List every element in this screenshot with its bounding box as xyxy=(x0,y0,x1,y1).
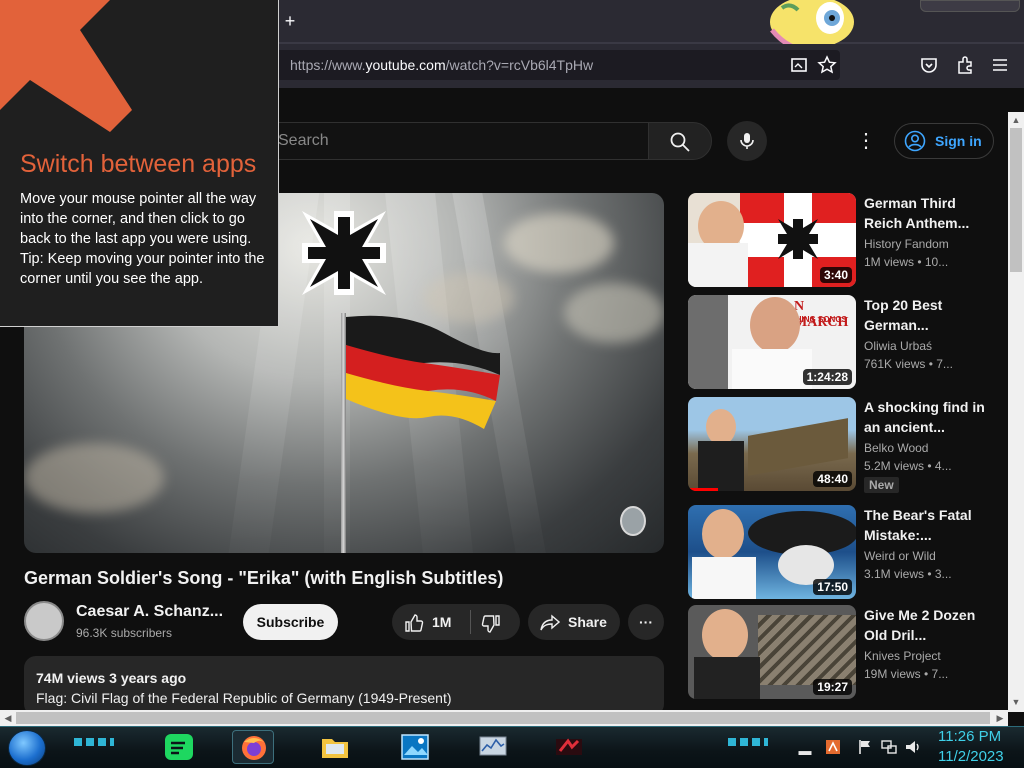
game-app[interactable] xyxy=(548,730,590,764)
channel-avatar[interactable] xyxy=(24,601,64,641)
file-explorer-app[interactable] xyxy=(314,730,356,764)
scroll-right-arrow-icon[interactable]: ▶ xyxy=(992,710,1008,726)
tip-body-line: Tip: Keep moving your pointer into the c… xyxy=(20,251,265,287)
recommended-views: 3.1M views • 3... xyxy=(864,567,952,581)
scroll-down-arrow-icon[interactable]: ▼ xyxy=(1008,694,1024,710)
system-monitor-app[interactable] xyxy=(472,730,514,764)
recommended-channel[interactable]: Belko Wood xyxy=(864,441,928,455)
recommended-views: 5.2M views • 4... xyxy=(864,459,952,473)
settings-more-button[interactable]: ⋮ xyxy=(856,130,876,154)
spotify-icon[interactable] xyxy=(164,733,194,761)
recommended-channel[interactable]: History Fandom xyxy=(864,237,949,251)
reader-view-icon[interactable] xyxy=(788,54,810,76)
vertical-scrollbar-thumb[interactable] xyxy=(1010,128,1022,272)
recommended-views: 761K views • 7... xyxy=(864,357,953,371)
horizontal-scrollbar-thumb[interactable] xyxy=(16,712,990,724)
recommended-views: 19M views • 7... xyxy=(864,667,949,681)
url-text[interactable]: https://www.youtube.com/watch?v=rcVb6l4T… xyxy=(290,57,593,73)
thumbs-up-icon[interactable] xyxy=(404,613,424,633)
start-orb-icon[interactable] xyxy=(8,730,46,766)
menu-icon[interactable] xyxy=(989,54,1011,76)
iron-cross-icon xyxy=(302,211,386,295)
tip-arrow-icon xyxy=(0,0,132,132)
subscribe-button[interactable]: Subscribe xyxy=(243,604,338,640)
search-icon[interactable] xyxy=(669,131,691,153)
recommended-item[interactable]: 19:27 Give Me 2 Dozen Old Dril... Knives… xyxy=(688,605,1000,699)
new-tab-icon[interactable]: + xyxy=(280,10,300,32)
recommended-item[interactable]: 3:40 German Third Reich Anthem... Histor… xyxy=(688,193,1000,287)
network-icon[interactable] xyxy=(880,738,898,756)
switch-apps-tip: Switch between apps Move your mouse poin… xyxy=(0,0,279,327)
tip-body: Move your mouse pointer all the way into… xyxy=(20,189,270,289)
view-count-age: 74M views 3 years ago xyxy=(36,670,187,686)
channel-name[interactable]: Caesar A. Schanz... xyxy=(76,603,223,621)
video-title: German Soldier's Song - "Erika" (with En… xyxy=(24,568,504,588)
recommended-title[interactable]: German Third Reich Anthem... xyxy=(864,193,994,233)
photos-app[interactable] xyxy=(394,730,436,764)
firefox-icon[interactable] xyxy=(239,734,269,762)
recommended-title[interactable]: Top 20 Best German... xyxy=(864,295,994,335)
cloud xyxy=(564,283,664,343)
taskbar-decoration xyxy=(74,738,114,746)
cloud xyxy=(24,443,164,513)
firefox-app[interactable] xyxy=(232,730,274,764)
keyboard-icon[interactable]: ▬ xyxy=(796,742,814,760)
recommended-title[interactable]: Give Me 2 Dozen Old Dril... xyxy=(864,605,994,645)
scroll-left-arrow-icon[interactable]: ◀ xyxy=(0,710,16,726)
clock-time[interactable]: 11:26 PM xyxy=(938,728,1001,745)
video-duration: 48:40 xyxy=(813,471,852,487)
thumbs-down-icon[interactable] xyxy=(481,614,501,634)
game-icon[interactable] xyxy=(554,733,584,761)
description-box[interactable] xyxy=(24,656,664,716)
new-badge: New xyxy=(864,477,899,493)
bookmark-star-icon[interactable] xyxy=(816,54,838,76)
clock-date[interactable]: 11/2/2023 xyxy=(938,748,1004,765)
thumbnail[interactable]: N MARCH CHING SONGS 1:24:28 xyxy=(688,295,856,389)
thumbnail[interactable]: 17:50 xyxy=(688,505,856,599)
thumbnail[interactable]: 48:40 xyxy=(688,397,856,491)
share-icon[interactable] xyxy=(540,614,560,632)
extensions-icon[interactable] xyxy=(954,54,976,76)
more-actions-button[interactable]: ··· xyxy=(628,604,664,640)
channel-watermark-icon[interactable] xyxy=(620,506,646,536)
spotify-app[interactable] xyxy=(158,730,200,764)
cloud xyxy=(504,213,614,273)
like-divider xyxy=(470,610,471,634)
recommended-channel[interactable]: Knives Project xyxy=(864,649,941,663)
flag-icon[interactable] xyxy=(856,738,874,756)
tip-body-line: Move your mouse pointer all the way into… xyxy=(20,191,257,247)
tip-title: Switch between apps xyxy=(20,150,257,178)
recommended-item[interactable]: N MARCH CHING SONGS 1:24:28 Top 20 Best … xyxy=(688,295,1000,389)
file-explorer-icon[interactable] xyxy=(320,733,350,761)
search-placeholder[interactable]: Search xyxy=(278,132,329,150)
photos-icon[interactable] xyxy=(400,733,430,761)
volume-icon[interactable] xyxy=(904,738,922,756)
subscriber-count: 96.3K subscribers xyxy=(76,626,173,640)
recommended-channel[interactable]: Oliwia Urbaś xyxy=(864,339,932,353)
pocket-icon[interactable] xyxy=(918,54,940,76)
german-flag-icon xyxy=(346,315,500,429)
recommended-title[interactable]: The Bear's Fatal Mistake:... xyxy=(864,505,994,545)
recommended-item[interactable]: 48:40 A shocking find in an ancient... B… xyxy=(688,397,1000,493)
video-duration: 19:27 xyxy=(813,679,852,695)
recommended-item[interactable]: 17:50 The Bear's Fatal Mistake:... Weird… xyxy=(688,505,1000,599)
scroll-up-arrow-icon[interactable]: ▲ xyxy=(1008,112,1024,128)
recommended-title[interactable]: A shocking find in an ancient... xyxy=(864,397,994,437)
description-text: Flag: Civil Flag of the Federal Republic… xyxy=(36,690,452,706)
video-duration: 3:40 xyxy=(819,267,852,283)
video-duration: 1:24:28 xyxy=(802,369,852,385)
thumbnail[interactable]: 19:27 xyxy=(688,605,856,699)
microphone-icon[interactable] xyxy=(737,131,757,151)
like-count[interactable]: 1M xyxy=(432,614,451,630)
fortify-icon[interactable] xyxy=(824,738,842,756)
window-decoration xyxy=(920,0,1020,12)
recommended-channel[interactable]: Weird or Wild xyxy=(864,549,936,563)
recommended-views: 1M views • 10... xyxy=(864,255,949,269)
user-icon[interactable] xyxy=(904,130,926,152)
share-label[interactable]: Share xyxy=(568,614,607,630)
taskbar-decoration xyxy=(728,738,768,746)
system-monitor-icon[interactable] xyxy=(478,733,508,761)
video-duration: 17:50 xyxy=(813,579,852,595)
thumbnail[interactable]: 3:40 xyxy=(688,193,856,287)
